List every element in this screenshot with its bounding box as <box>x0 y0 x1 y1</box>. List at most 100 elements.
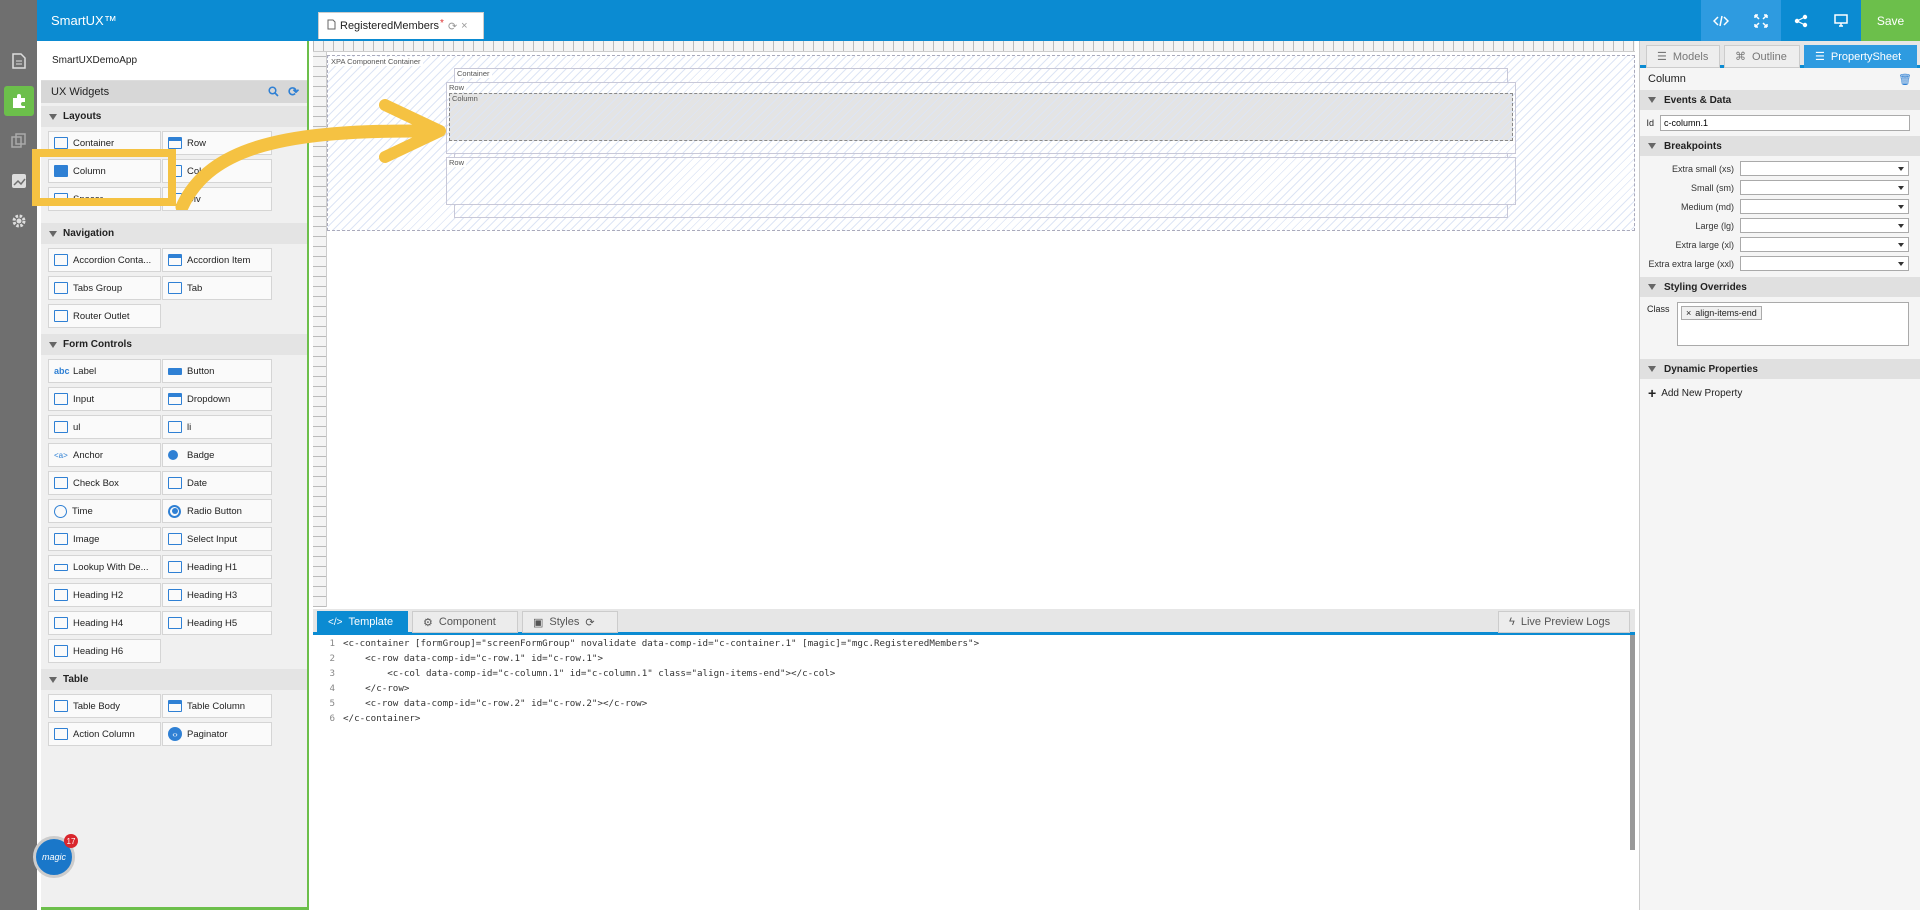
highlight-box <box>32 149 176 206</box>
section-form-controls[interactable]: Form Controls <box>41 334 307 355</box>
collapse-icon <box>1648 97 1656 103</box>
widget-action-column[interactable]: Action Column <box>48 722 161 746</box>
widget-date[interactable]: Date <box>162 471 272 495</box>
widget-ul[interactable]: ul <box>48 415 161 439</box>
right-tabs: ☰ Models ⌘ Outline ☰ PropertySheet <box>1640 41 1920 68</box>
heading-h5-icon <box>168 617 182 629</box>
select-input-icon <box>168 533 182 545</box>
column-block[interactable]: Column <box>449 93 1513 141</box>
breakpoint-md-select[interactable] <box>1740 199 1909 214</box>
widget-accordion-container[interactable]: Accordion Conta... <box>48 248 161 272</box>
gear-icon[interactable] <box>4 206 34 236</box>
copy-icon[interactable] <box>4 126 34 156</box>
widget-accordion-item[interactable]: Accordion Item <box>162 248 272 272</box>
widget-paginator[interactable]: ‹› Paginator <box>162 722 272 746</box>
share-icon[interactable] <box>1781 0 1821 41</box>
widget-button[interactable]: Button <box>162 359 272 383</box>
widget-label[interactable]: abc Label <box>48 359 161 383</box>
refresh-icon[interactable]: ⟳ <box>585 616 594 629</box>
horizontal-ruler <box>313 41 1635 52</box>
chart-icon[interactable] <box>4 166 34 196</box>
code-line: 4 </c-row> <box>329 683 410 694</box>
refresh-icon[interactable]: ⟳ <box>448 20 457 33</box>
tab-outline[interactable]: ⌘ Outline <box>1724 45 1800 68</box>
save-button[interactable]: Save <box>1861 0 1920 41</box>
document-icon[interactable] <box>4 46 34 76</box>
monitor-icon[interactable] <box>1821 0 1861 41</box>
scrollbar[interactable] <box>1630 635 1635 850</box>
image-icon: ▣ <box>533 616 544 629</box>
widget-heading-h4[interactable]: Heading H4 <box>48 611 161 635</box>
add-property-button[interactable]: + Add New Property <box>1640 379 1920 407</box>
fullscreen-icon[interactable] <box>1741 0 1781 41</box>
table-column-icon <box>168 700 182 712</box>
live-preview-logs-button[interactable]: ϟ Live Preview Logs <box>1498 611 1630 633</box>
breakpoint-xs-select[interactable] <box>1740 161 1909 176</box>
close-icon[interactable]: × <box>461 20 467 32</box>
notification-badge: 17 <box>64 834 78 848</box>
widget-table-column[interactable]: Table Column <box>162 694 272 718</box>
heading-h3-icon <box>168 589 182 601</box>
widget-anchor[interactable]: <a> Anchor <box>48 443 161 467</box>
widget-lookup[interactable]: Lookup With De... <box>48 555 161 579</box>
class-row: Class × align-items-end <box>1640 297 1920 349</box>
class-chip[interactable]: × align-items-end <box>1681 306 1762 320</box>
close-icon[interactable]: × <box>1686 308 1691 318</box>
widget-tab[interactable]: Tab <box>162 276 272 300</box>
section-navigation[interactable]: Navigation <box>41 223 307 244</box>
puzzle-icon[interactable] <box>4 86 34 116</box>
widget-image[interactable]: Image <box>48 527 161 551</box>
container-label: Container <box>455 69 492 78</box>
widget-li[interactable]: li <box>162 415 272 439</box>
tab-template[interactable]: </> Template <box>317 611 408 633</box>
widget-radio-button[interactable]: Radio Button <box>162 499 272 523</box>
id-field[interactable] <box>1660 115 1910 131</box>
trash-icon[interactable]: 🗑 <box>1898 73 1912 86</box>
widget-heading-h2[interactable]: Heading H2 <box>48 583 161 607</box>
breakpoint-sm-select[interactable] <box>1740 180 1909 195</box>
breakpoint-xxl-select[interactable] <box>1740 256 1909 271</box>
code-line: 5 <c-row data-comp-id="c-row.2" id="c-ro… <box>329 698 648 709</box>
class-field[interactable]: × align-items-end <box>1677 302 1909 346</box>
tab-icon <box>168 282 182 294</box>
router-outlet-icon <box>54 310 68 322</box>
widget-check-box[interactable]: Check Box <box>48 471 161 495</box>
widget-select-input[interactable]: Select Input <box>162 527 272 551</box>
breakpoint-xl-select[interactable] <box>1740 237 1909 252</box>
props-header: Column 🗑 <box>1640 68 1920 90</box>
code-view-icon[interactable] <box>1701 0 1741 41</box>
breakpoint-lg-select[interactable] <box>1740 218 1909 233</box>
widget-heading-h1[interactable]: Heading H1 <box>162 555 272 579</box>
id-label: Id <box>1646 118 1654 128</box>
widget-table-body[interactable]: Table Body <box>48 694 161 718</box>
tab-component[interactable]: ⚙ Component <box>412 611 518 633</box>
breakpoint-row: Extra extra large (xxl) <box>1640 254 1920 273</box>
widget-badge[interactable]: Badge <box>162 443 272 467</box>
widget-time[interactable]: Time <box>48 499 161 523</box>
heading-h4-icon <box>54 617 68 629</box>
section-table[interactable]: Table <box>41 669 307 690</box>
widget-dropdown[interactable]: Dropdown <box>162 387 272 411</box>
widget-input[interactable]: Input <box>48 387 161 411</box>
heading-h1-icon <box>168 561 182 573</box>
tab-styles[interactable]: ▣ Styles ⟳ <box>522 611 618 633</box>
section-dynamic-properties[interactable]: Dynamic Properties <box>1640 359 1920 379</box>
app-name: SmartUXDemoApp <box>41 41 307 81</box>
section-events-data[interactable]: Events & Data <box>1640 90 1920 110</box>
row-block-2[interactable]: Row <box>446 157 1516 205</box>
top-bar: SmartUX™ RegisteredMembers * ⟳ × Save <box>37 0 1920 41</box>
widget-heading-h3[interactable]: Heading H3 <box>162 583 272 607</box>
section-styling-overrides[interactable]: Styling Overrides <box>1640 277 1920 297</box>
database-icon: ☰ <box>1657 51 1667 63</box>
section-breakpoints[interactable]: Breakpoints <box>1640 136 1920 156</box>
label-icon: abc <box>54 366 70 376</box>
widget-heading-h6[interactable]: Heading H6 <box>48 639 161 663</box>
widget-heading-h5[interactable]: Heading H5 <box>162 611 272 635</box>
code-editor[interactable]: 1 <c-container [formGroup]="screenFormGro… <box>313 635 1635 910</box>
anchor-icon: <a> <box>54 450 68 460</box>
tab-property-sheet[interactable]: ☰ PropertySheet <box>1804 45 1917 68</box>
widget-router-outlet[interactable]: Router Outlet <box>48 304 161 328</box>
widget-tabs-group[interactable]: Tabs Group <box>48 276 161 300</box>
document-tab[interactable]: RegisteredMembers * ⟳ × <box>318 12 484 39</box>
tab-models[interactable]: ☰ Models <box>1646 45 1720 68</box>
